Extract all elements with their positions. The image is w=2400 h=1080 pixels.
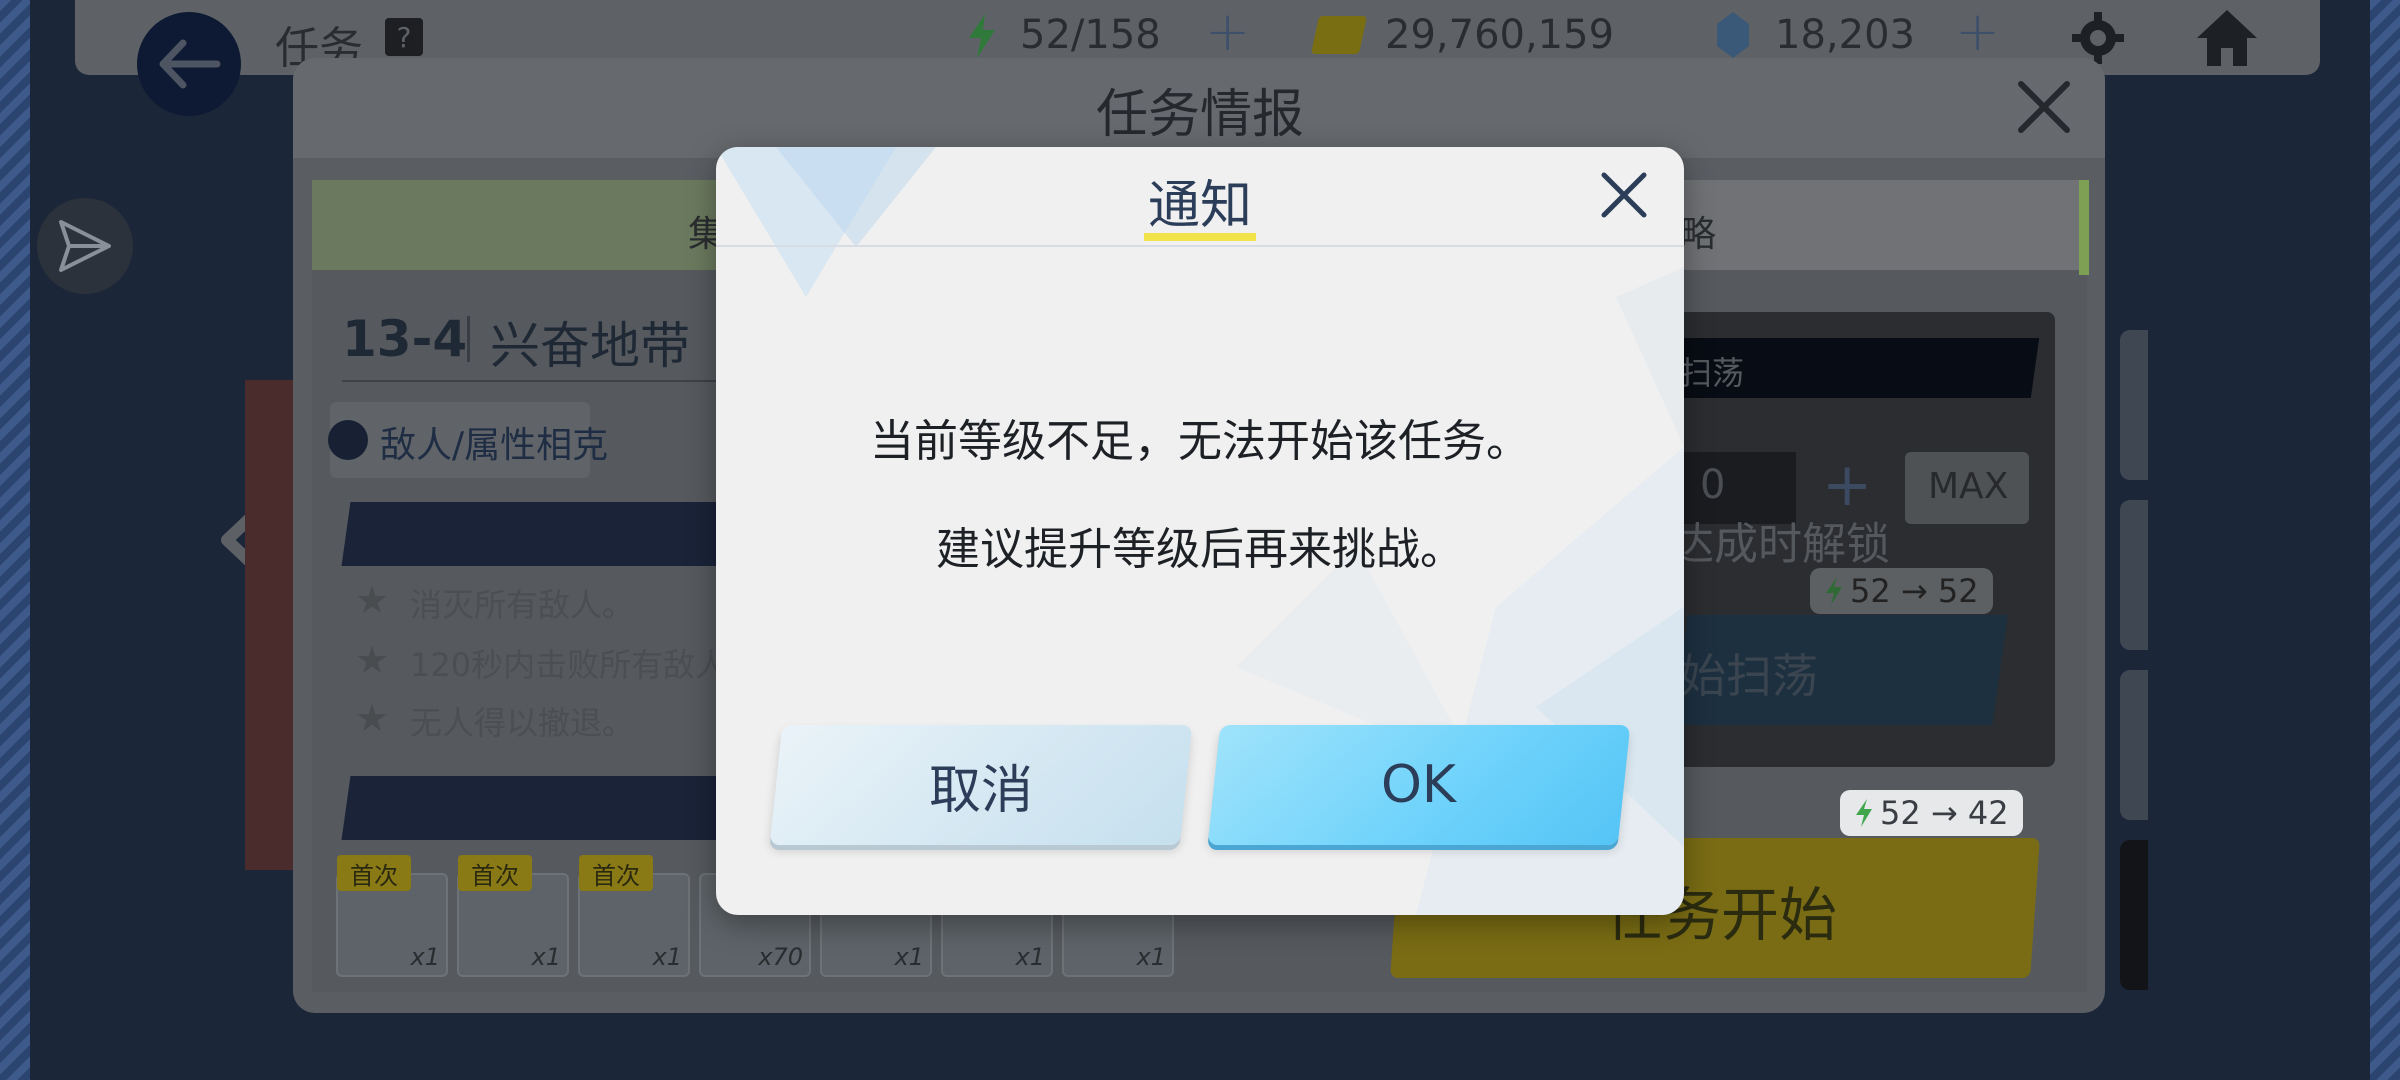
background-art-strip [245,380,293,870]
gem-add-button[interactable]: + [1955,0,2000,63]
left-border-stripe [0,0,30,1080]
dialog-message-line1: 当前等级不足，无法开始该任务。 [870,416,1530,467]
cancel-button[interactable]: 取消 [769,725,1193,845]
reward-qty: x1 [652,943,682,971]
condition-text: 无人得以撤退。 [410,704,635,742]
close-icon[interactable] [2015,78,2073,140]
side-card [2120,840,2148,990]
sweep-lock-text: 达成时解锁 [1670,519,1890,570]
cancel-button-label: 取消 [928,760,1033,821]
first-clear-badge: 首次 [579,855,653,891]
dialog-title: 通知 [1147,176,1252,236]
star-icon: ★ [355,638,390,682]
ap-value: 52/158 [1020,12,1161,58]
ap-add-button[interactable]: + [1205,0,1250,63]
side-card [2120,500,2148,650]
sweep-header: 扫荡 [1680,354,1745,392]
sweep-max-label: MAX [1928,466,2009,507]
star-icon: ★ [355,578,390,622]
reward-qty: x1 [894,943,924,971]
tab-right-label[interactable]: 略 [1680,205,1716,257]
conditions-header-bar [341,502,731,566]
enemy-info-label[interactable]: 敌人/属性相克 [380,416,608,468]
ok-button[interactable]: OK [1207,725,1631,845]
condition-text: 消灭所有敌人。 [410,586,635,624]
condition-text: 120秒内击败所有敌人 [410,646,728,684]
mission-info-title: 任务情报 [1095,85,1304,145]
start-ap-change: 52 → 42 [1880,794,2009,832]
notification-dialog: 通知 当前等级不足，无法开始该任务。 建议提升等级后再来挑战。 取消 OK [716,147,1684,915]
reward-qty: x1 [1136,943,1166,971]
sweep-ap-change: 52 → 52 [1850,572,1979,610]
stage-code: 13-4 [342,310,468,368]
sweep-start-label: 始扫荡 [1680,649,1818,703]
sweep-count: 0 [1700,462,1726,508]
gem-icon [1715,12,1751,62]
reward-qty: x70 [758,943,803,971]
back-button[interactable] [137,12,241,116]
side-card [2120,670,2148,820]
right-border-stripe [2370,0,2400,1080]
star-icon: ★ [355,696,390,740]
home-icon[interactable] [2195,8,2259,72]
enemy-icon [328,420,368,460]
help-icon[interactable]: ? [385,18,423,56]
reward-qty: x1 [1015,943,1045,971]
sweep-ap-tooltip: 52 → 52 [1810,568,1993,614]
credit-value: 29,760,159 [1385,12,1615,58]
rewards-header-bar [341,776,731,840]
arrow-left-icon [159,39,221,89]
title-underline [1144,233,1256,241]
side-card [2120,330,2148,480]
first-clear-badge: 首次 [458,855,532,891]
tab-strategy[interactable] [1660,180,2087,270]
divider [467,316,470,362]
send-icon [59,220,111,272]
close-icon[interactable] [1596,167,1652,223]
first-clear-badge: 首次 [337,855,411,891]
dialog-message-line2: 建议提升等级后再来挑战。 [936,524,1464,575]
gem-value: 18,203 [1775,12,1915,58]
ap-icon [1856,799,1872,827]
stage-name: 兴奋地带 [490,317,690,375]
start-ap-tooltip: 52 → 42 [1840,790,2023,836]
credit-icon [1310,16,1368,54]
reward-qty: x1 [410,943,440,971]
tab-edge [2079,180,2089,275]
share-button[interactable] [37,198,133,294]
ok-button-label: OK [1381,755,1457,815]
ap-icon [1826,577,1842,605]
divider [342,380,722,382]
ap-icon [965,14,999,62]
reward-qty: x1 [531,943,561,971]
